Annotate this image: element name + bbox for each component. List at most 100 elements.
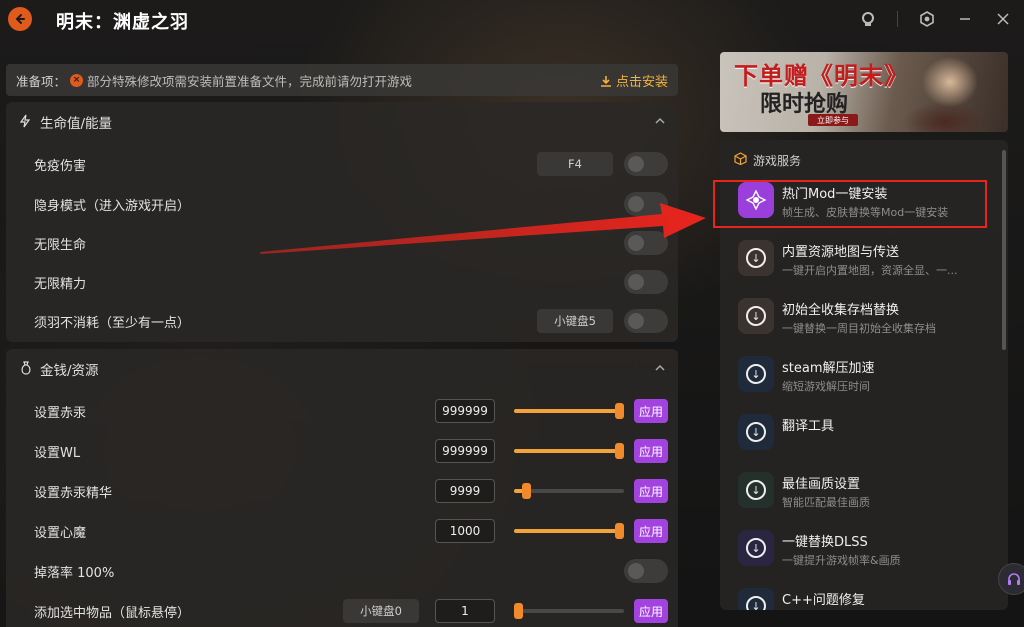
titlebar-divider — [897, 11, 898, 27]
headset-icon[interactable] — [998, 563, 1024, 595]
service-title: 一键替换DLSS — [782, 535, 868, 550]
download-icon: ↓ — [738, 530, 774, 566]
download-icon — [600, 75, 611, 87]
health-panel-header[interactable]: 生命值/能量 — [6, 102, 678, 142]
value-slider[interactable] — [514, 483, 624, 499]
resource-label: 设置WL — [34, 445, 81, 461]
apply-button[interactable]: 应用 — [634, 479, 668, 503]
toggle-switch[interactable] — [624, 152, 668, 176]
drop-rate-label: 掉落率 100% — [34, 565, 115, 581]
value-slider[interactable] — [514, 523, 624, 539]
value-slider[interactable] — [514, 603, 624, 619]
hotkey-button[interactable]: 小键盘0 — [343, 599, 419, 623]
slider-thumb[interactable] — [514, 603, 523, 619]
service-item-save[interactable]: ↓ 初始全收集存档替换 一键替换一周目初始全收集存档 — [738, 294, 998, 344]
hotkey-button[interactable]: 小键盘5 — [537, 309, 613, 333]
account-icon[interactable] — [859, 10, 877, 28]
apply-button[interactable]: 应用 — [634, 439, 668, 463]
health-panel-title: 生命值/能量 — [40, 116, 113, 132]
chevron-up-icon[interactable] — [654, 115, 666, 127]
slider-thumb[interactable] — [615, 443, 624, 459]
install-button[interactable]: 点击安装 — [600, 71, 668, 90]
toggle-switch[interactable] — [624, 231, 668, 255]
service-desc: 一键开启内置地图，资源全显、一... — [782, 264, 958, 277]
prep-text: 部分特殊修改项需安装前置准备文件，完成前请勿打开游戏 — [87, 73, 413, 89]
value-input[interactable]: 9999 — [435, 479, 495, 503]
resource-label: 设置心魔 — [34, 525, 87, 541]
lightning-icon — [19, 114, 34, 131]
box-icon — [734, 152, 747, 169]
apply-button[interactable]: 应用 — [634, 519, 668, 543]
resource-label: 设置赤汞精华 — [34, 485, 113, 501]
cheat-row: 须羽不消耗（至少有一点） 小键盘5 — [6, 301, 678, 341]
prep-label: 准备项： — [16, 73, 67, 89]
cheat-label: 无限生命 — [34, 237, 87, 253]
scrollbar[interactable] — [1002, 150, 1006, 350]
install-label: 点击安装 — [615, 75, 668, 90]
close-icon[interactable] — [994, 10, 1012, 28]
apply-button[interactable]: 应用 — [634, 599, 668, 623]
service-desc: 一键替换一周目初始全收集存档 — [782, 322, 936, 335]
slider-fill — [514, 449, 619, 453]
services-title: 游戏服务 — [753, 154, 802, 168]
service-title: steam解压加速 — [782, 361, 875, 376]
service-item-map[interactable]: ↓ 内置资源地图与传送 一键开启内置地图，资源全显、一... — [738, 236, 998, 286]
money-panel: 金钱/资源 设置赤汞 999999 应用 设置WL 999999 应用 设置赤汞… — [6, 349, 678, 627]
title-bar: 明末：渊虚之羽 — [0, 0, 1024, 40]
cheat-row: 无限精力 — [6, 262, 678, 302]
banner-cta-button[interactable]: 立即参与 — [808, 114, 858, 126]
service-item-graphics[interactable]: ↓ 最佳画质设置 智能匹配最佳画质 — [738, 468, 998, 518]
cheat-label: 无限精力 — [34, 276, 87, 292]
slider-thumb[interactable] — [615, 523, 624, 539]
highlight-box — [713, 180, 987, 228]
value-input[interactable]: 999999 — [435, 439, 495, 463]
service-desc: 智能匹配最佳画质 — [782, 496, 870, 509]
slider-fill — [514, 529, 619, 533]
service-title: 内置资源地图与传送 — [782, 245, 900, 260]
back-arrow-icon — [15, 14, 25, 24]
drop-rate-row: 掉落率 100% — [6, 551, 678, 591]
toggle-switch[interactable] — [624, 559, 668, 583]
settings-icon[interactable] — [918, 10, 936, 28]
cheat-row: 隐身模式（进入游戏开启） — [6, 184, 678, 224]
slider-fill — [514, 409, 619, 413]
back-button[interactable] — [8, 7, 32, 31]
service-item-cpp[interactable]: ↓ C++问题修复 — [738, 584, 998, 610]
prep-bar: 准备项： × 部分特殊修改项需安装前置准备文件，完成前请勿打开游戏 点击安装 — [6, 64, 678, 96]
value-slider[interactable] — [514, 403, 624, 419]
resource-row: 设置WL 999999 应用 — [6, 431, 678, 471]
value-input[interactable]: 999999 — [435, 399, 495, 423]
service-item-dlss[interactable]: ↓ 一键替换DLSS 一键提升游戏帧率&画质 — [738, 526, 998, 576]
minimize-icon[interactable] — [956, 10, 974, 28]
service-item-translate[interactable]: ↓ 翻译工具 — [738, 410, 998, 460]
download-icon: ↓ — [738, 356, 774, 392]
promo-banner[interactable]: 下单赠《明末》 限时抢购 立即参与 — [720, 52, 1008, 132]
hotkey-button[interactable]: F4 — [537, 152, 613, 176]
resource-row: 设置赤汞 999999 应用 — [6, 391, 678, 431]
services-header: 游戏服务 — [734, 152, 801, 169]
cheat-row: 免疫伤害 F4 — [6, 144, 678, 184]
toggle-switch[interactable] — [624, 192, 668, 216]
value-input[interactable]: 1 — [435, 599, 495, 623]
service-title: 最佳画质设置 — [782, 477, 861, 492]
money-panel-title: 金钱/资源 — [40, 363, 99, 379]
download-icon: ↓ — [738, 414, 774, 450]
value-slider[interactable] — [514, 443, 624, 459]
service-title: C++问题修复 — [782, 593, 865, 608]
add-item-row: 添加选中物品（鼠标悬停） 小键盘0 1 应用 — [6, 591, 678, 627]
slider-thumb[interactable] — [522, 483, 531, 499]
game-title: 明末：渊虚之羽 — [56, 12, 189, 33]
download-icon: ↓ — [738, 298, 774, 334]
cheat-row: 无限生命 — [6, 223, 678, 263]
chevron-up-icon[interactable] — [654, 362, 666, 374]
service-item-steam[interactable]: ↓ steam解压加速 缩短游戏解压时间 — [738, 352, 998, 402]
toggle-switch[interactable] — [624, 270, 668, 294]
warning-icon: × — [70, 73, 84, 87]
apply-button[interactable]: 应用 — [634, 399, 668, 423]
toggle-switch[interactable] — [624, 309, 668, 333]
resource-row: 设置赤汞精华 9999 应用 — [6, 471, 678, 511]
value-input[interactable]: 1000 — [435, 519, 495, 543]
service-title: 翻译工具 — [782, 419, 835, 434]
slider-thumb[interactable] — [615, 403, 624, 419]
money-panel-header[interactable]: 金钱/资源 — [6, 349, 678, 389]
